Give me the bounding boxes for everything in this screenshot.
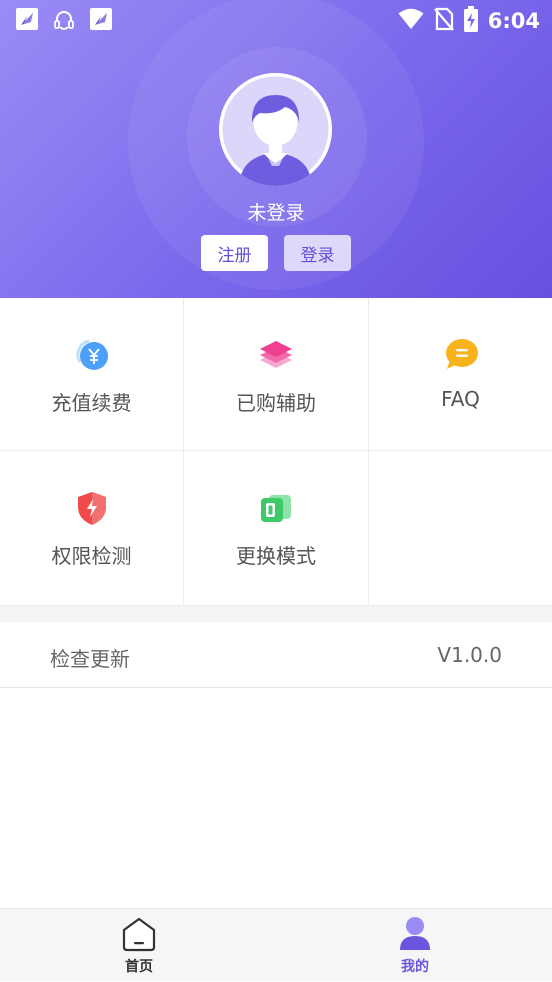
menu-item-label: 更换模式: [236, 544, 316, 568]
home-icon: [120, 915, 158, 953]
recharge-yuan-icon: [73, 336, 111, 374]
bottom-nav: 首页 我的: [0, 908, 552, 981]
check-update-label: 检查更新: [50, 647, 130, 671]
notification-icons: [16, 8, 112, 32]
chat-bubble-icon: [442, 336, 480, 374]
nav-home[interactable]: 首页: [79, 909, 199, 982]
nav-mine[interactable]: 我的: [355, 909, 475, 982]
menu-item-label: 权限检测: [51, 544, 132, 568]
status-bar: 6:04: [0, 0, 552, 40]
menu-item-empty: [369, 451, 552, 606]
shield-icon: [73, 489, 111, 527]
login-button[interactable]: 登录: [284, 235, 351, 271]
nav-mine-label: 我的: [401, 959, 429, 975]
menu-item-label: FAQ: [441, 387, 480, 411]
section-divider: [0, 606, 552, 622]
menu-item-recharge[interactable]: 充值续费: [0, 298, 184, 451]
profile-header: 6:04 未登录 注册 登录: [0, 0, 552, 298]
menu-item-purchased[interactable]: 已购辅助: [184, 298, 369, 451]
layers-icon: [257, 336, 295, 374]
clock: 6:04: [487, 9, 540, 33]
wifi-icon: [398, 8, 424, 34]
login-status-text: 未登录: [247, 202, 305, 224]
menu-item-label: 已购辅助: [236, 391, 316, 415]
headset-notification-icon: [52, 8, 76, 32]
menu-item-faq[interactable]: FAQ: [369, 298, 552, 451]
system-icons: 6:04: [398, 6, 540, 36]
app-notification-icon: [16, 8, 38, 30]
avatar[interactable]: [219, 73, 332, 186]
battery-charging-icon: [463, 6, 478, 36]
app-notification-icon: [90, 8, 112, 30]
version-text: V1.0.0: [437, 643, 502, 667]
nav-home-label: 首页: [125, 959, 153, 975]
switch-mode-icon: [257, 489, 295, 527]
menu-item-label: 充值续费: [51, 391, 132, 415]
menu-item-permission-check[interactable]: 权限检测: [0, 451, 184, 606]
register-button[interactable]: 注册: [201, 235, 268, 271]
no-sim-icon: [433, 7, 454, 35]
feature-grid: 充值续费 已购辅助 FAQ 权限检测 更换模式: [0, 298, 552, 606]
menu-item-switch-mode[interactable]: 更换模式: [184, 451, 369, 606]
check-update-row[interactable]: 检查更新 V1.0.0: [0, 622, 552, 688]
user-icon: [396, 915, 434, 953]
